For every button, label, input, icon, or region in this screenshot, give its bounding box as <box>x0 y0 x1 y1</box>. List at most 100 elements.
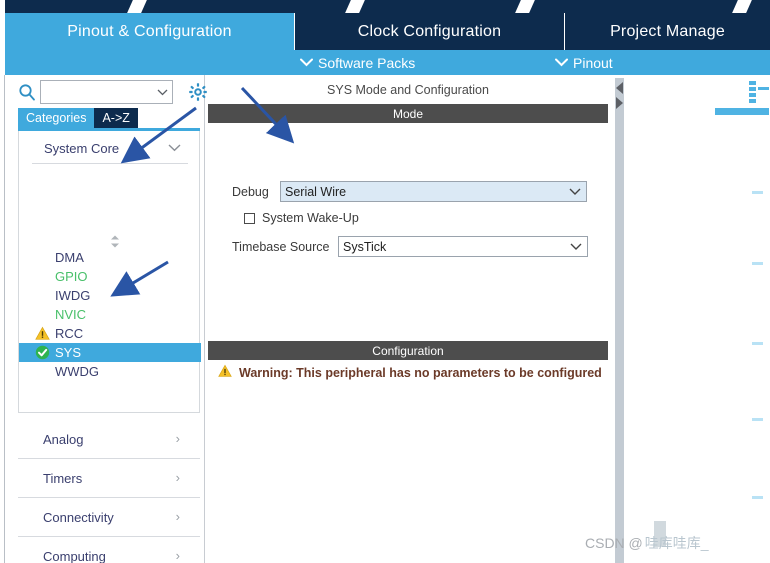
chevron-down-icon[interactable] <box>168 141 181 155</box>
field-system-wakeup[interactable]: System Wake-Up <box>244 211 359 225</box>
mode-section-body: Debug Serial Wire System Wake-Up Timebas… <box>208 123 608 341</box>
tab-clock-configuration[interactable]: Clock Configuration <box>295 13 565 50</box>
field-debug-label: Debug <box>232 184 269 199</box>
category-item-computing[interactable]: Computing › <box>18 537 200 563</box>
collapse-right-icon[interactable] <box>616 97 623 109</box>
peripheral-item-rcc[interactable]: RCC <box>19 324 201 343</box>
menu-software-packs-label: Software Packs <box>318 54 416 71</box>
top-strip-separator <box>345 0 365 13</box>
search-icon[interactable] <box>18 83 36 101</box>
category-item-timers-label: Timers <box>43 470 83 486</box>
system-wakeup-checkbox[interactable] <box>244 212 255 224</box>
warning-triangle-icon <box>218 364 232 381</box>
peripheral-item-nvic-label: NVIC <box>55 307 87 322</box>
group-header-system-core[interactable]: System Core <box>19 135 199 163</box>
tab-a-to-z[interactable]: A->Z <box>94 108 138 128</box>
sys-configuration-panel: SYS Mode and Configuration Mode Debug Se… <box>208 78 608 563</box>
peripheral-item-rcc-label: RCC <box>55 326 84 341</box>
debug-select[interactable]: Serial Wire <box>280 181 587 202</box>
chevron-right-icon: › <box>175 431 180 446</box>
top-strip-separator <box>515 0 535 13</box>
watermark: CSDN @ 哇库哇库_ <box>585 533 709 553</box>
tab-categories[interactable]: Categories <box>18 108 95 128</box>
peripheral-item-gpio-label: GPIO <box>55 269 88 284</box>
pin-label-marker <box>758 87 769 90</box>
tab-project-manager[interactable]: Project Manage <box>565 13 770 50</box>
mode-section-header: Mode <box>208 104 608 123</box>
pin-marker <box>749 87 756 91</box>
category-item-computing-label: Computing <box>43 548 106 563</box>
pin-tick <box>752 342 763 345</box>
category-list: Analog › Timers › Connectivity › Computi… <box>18 420 200 563</box>
chevron-right-icon: › <box>175 509 180 524</box>
debug-select-value: Serial Wire <box>285 184 347 199</box>
category-item-connectivity-label: Connectivity <box>43 509 114 525</box>
window-top-strip <box>0 0 770 13</box>
stm32cubemx-window: Pinout & Configuration Clock Configurati… <box>0 0 770 563</box>
category-item-analog[interactable]: Analog › <box>18 420 200 459</box>
top-strip-separator <box>127 0 147 13</box>
sidebar-search-row <box>18 79 207 105</box>
peripheral-item-wwdg[interactable]: WWDG <box>19 362 201 381</box>
panel-title: SYS Mode and Configuration <box>208 78 608 102</box>
watermark-handle: 哇库哇库_ <box>644 535 709 551</box>
menu-pinout-label: Pinout <box>573 54 613 71</box>
search-input[interactable] <box>45 85 153 99</box>
watermark-prefix: CSDN @ <box>585 535 643 551</box>
category-item-timers[interactable]: Timers › <box>18 459 200 498</box>
warning-triangle-icon <box>35 326 50 341</box>
peripheral-item-nvic[interactable]: NVIC <box>19 305 201 324</box>
gear-icon[interactable] <box>188 82 208 102</box>
tab-a-to-z-label: A->Z <box>102 111 130 125</box>
field-debug: Debug Serial Wire <box>232 181 587 202</box>
pin-tick <box>752 191 763 194</box>
pin-tick <box>752 496 763 499</box>
list-scroll-spinner-icon[interactable] <box>107 235 123 248</box>
sidebar-view-tabs: Categories A->Z <box>18 108 138 128</box>
pin-marker <box>749 99 756 103</box>
pin-bar <box>715 108 769 115</box>
secondary-toolbar: Software Packs Pinout <box>5 50 770 75</box>
chevron-down-icon[interactable] <box>157 85 168 99</box>
chevron-down-icon[interactable] <box>569 185 581 199</box>
system-core-panel: System Core DMA GPIO IWDG NVIC RCC SYS W… <box>18 131 201 413</box>
timebase-source-select[interactable]: SysTick <box>338 236 588 257</box>
peripheral-item-iwdg[interactable]: IWDG <box>19 286 201 305</box>
tab-pinout-configuration-label: Pinout & Configuration <box>67 22 232 40</box>
panel-splitter[interactable] <box>615 78 624 563</box>
field-timebase-source: Timebase Source SysTick <box>232 236 588 257</box>
tab-pinout-configuration[interactable]: Pinout & Configuration <box>5 13 295 50</box>
field-system-wakeup-label: System Wake-Up <box>262 211 359 225</box>
configuration-warning: Warning: This peripheral has no paramete… <box>218 364 602 381</box>
top-strip-left-edge <box>0 0 5 13</box>
chevron-down-icon <box>555 56 568 69</box>
chevron-right-icon: › <box>175 470 180 485</box>
peripheral-item-dma[interactable]: DMA <box>19 248 201 267</box>
peripheral-item-wwdg-label: WWDG <box>55 364 100 379</box>
group-header-system-core-label: System Core <box>44 141 120 156</box>
peripheral-item-sys-label: SYS <box>55 345 82 360</box>
pin-tick <box>752 262 763 265</box>
configuration-section-header: Configuration <box>208 341 608 360</box>
peripheral-sidebar: Categories A->Z System Core DMA GPIO IWD… <box>5 75 207 563</box>
peripheral-item-dma-label: DMA <box>55 250 84 265</box>
peripheral-list: DMA GPIO IWDG NVIC RCC SYS WWDG <box>19 248 201 381</box>
menu-software-packs[interactable]: Software Packs <box>300 53 415 72</box>
category-item-analog-label: Analog <box>43 431 84 447</box>
peripheral-item-iwdg-label: IWDG <box>55 288 91 303</box>
collapse-left-icon[interactable] <box>616 82 623 94</box>
group-header-divider <box>32 163 188 164</box>
peripheral-item-gpio[interactable]: GPIO <box>19 267 201 286</box>
chevron-down-icon <box>300 56 313 69</box>
timebase-source-select-value: SysTick <box>343 239 387 254</box>
peripheral-item-sys[interactable]: SYS <box>19 343 201 362</box>
chevron-down-icon[interactable] <box>570 240 582 254</box>
top-strip-separator <box>732 0 752 13</box>
pin-tick <box>752 418 763 421</box>
search-combo[interactable] <box>40 80 173 104</box>
pin-marker <box>749 81 756 85</box>
menu-pinout[interactable]: Pinout <box>555 53 613 72</box>
category-item-connectivity[interactable]: Connectivity › <box>18 498 200 537</box>
tab-clock-configuration-label: Clock Configuration <box>357 22 502 40</box>
pinout-view-pane[interactable] <box>624 78 770 563</box>
